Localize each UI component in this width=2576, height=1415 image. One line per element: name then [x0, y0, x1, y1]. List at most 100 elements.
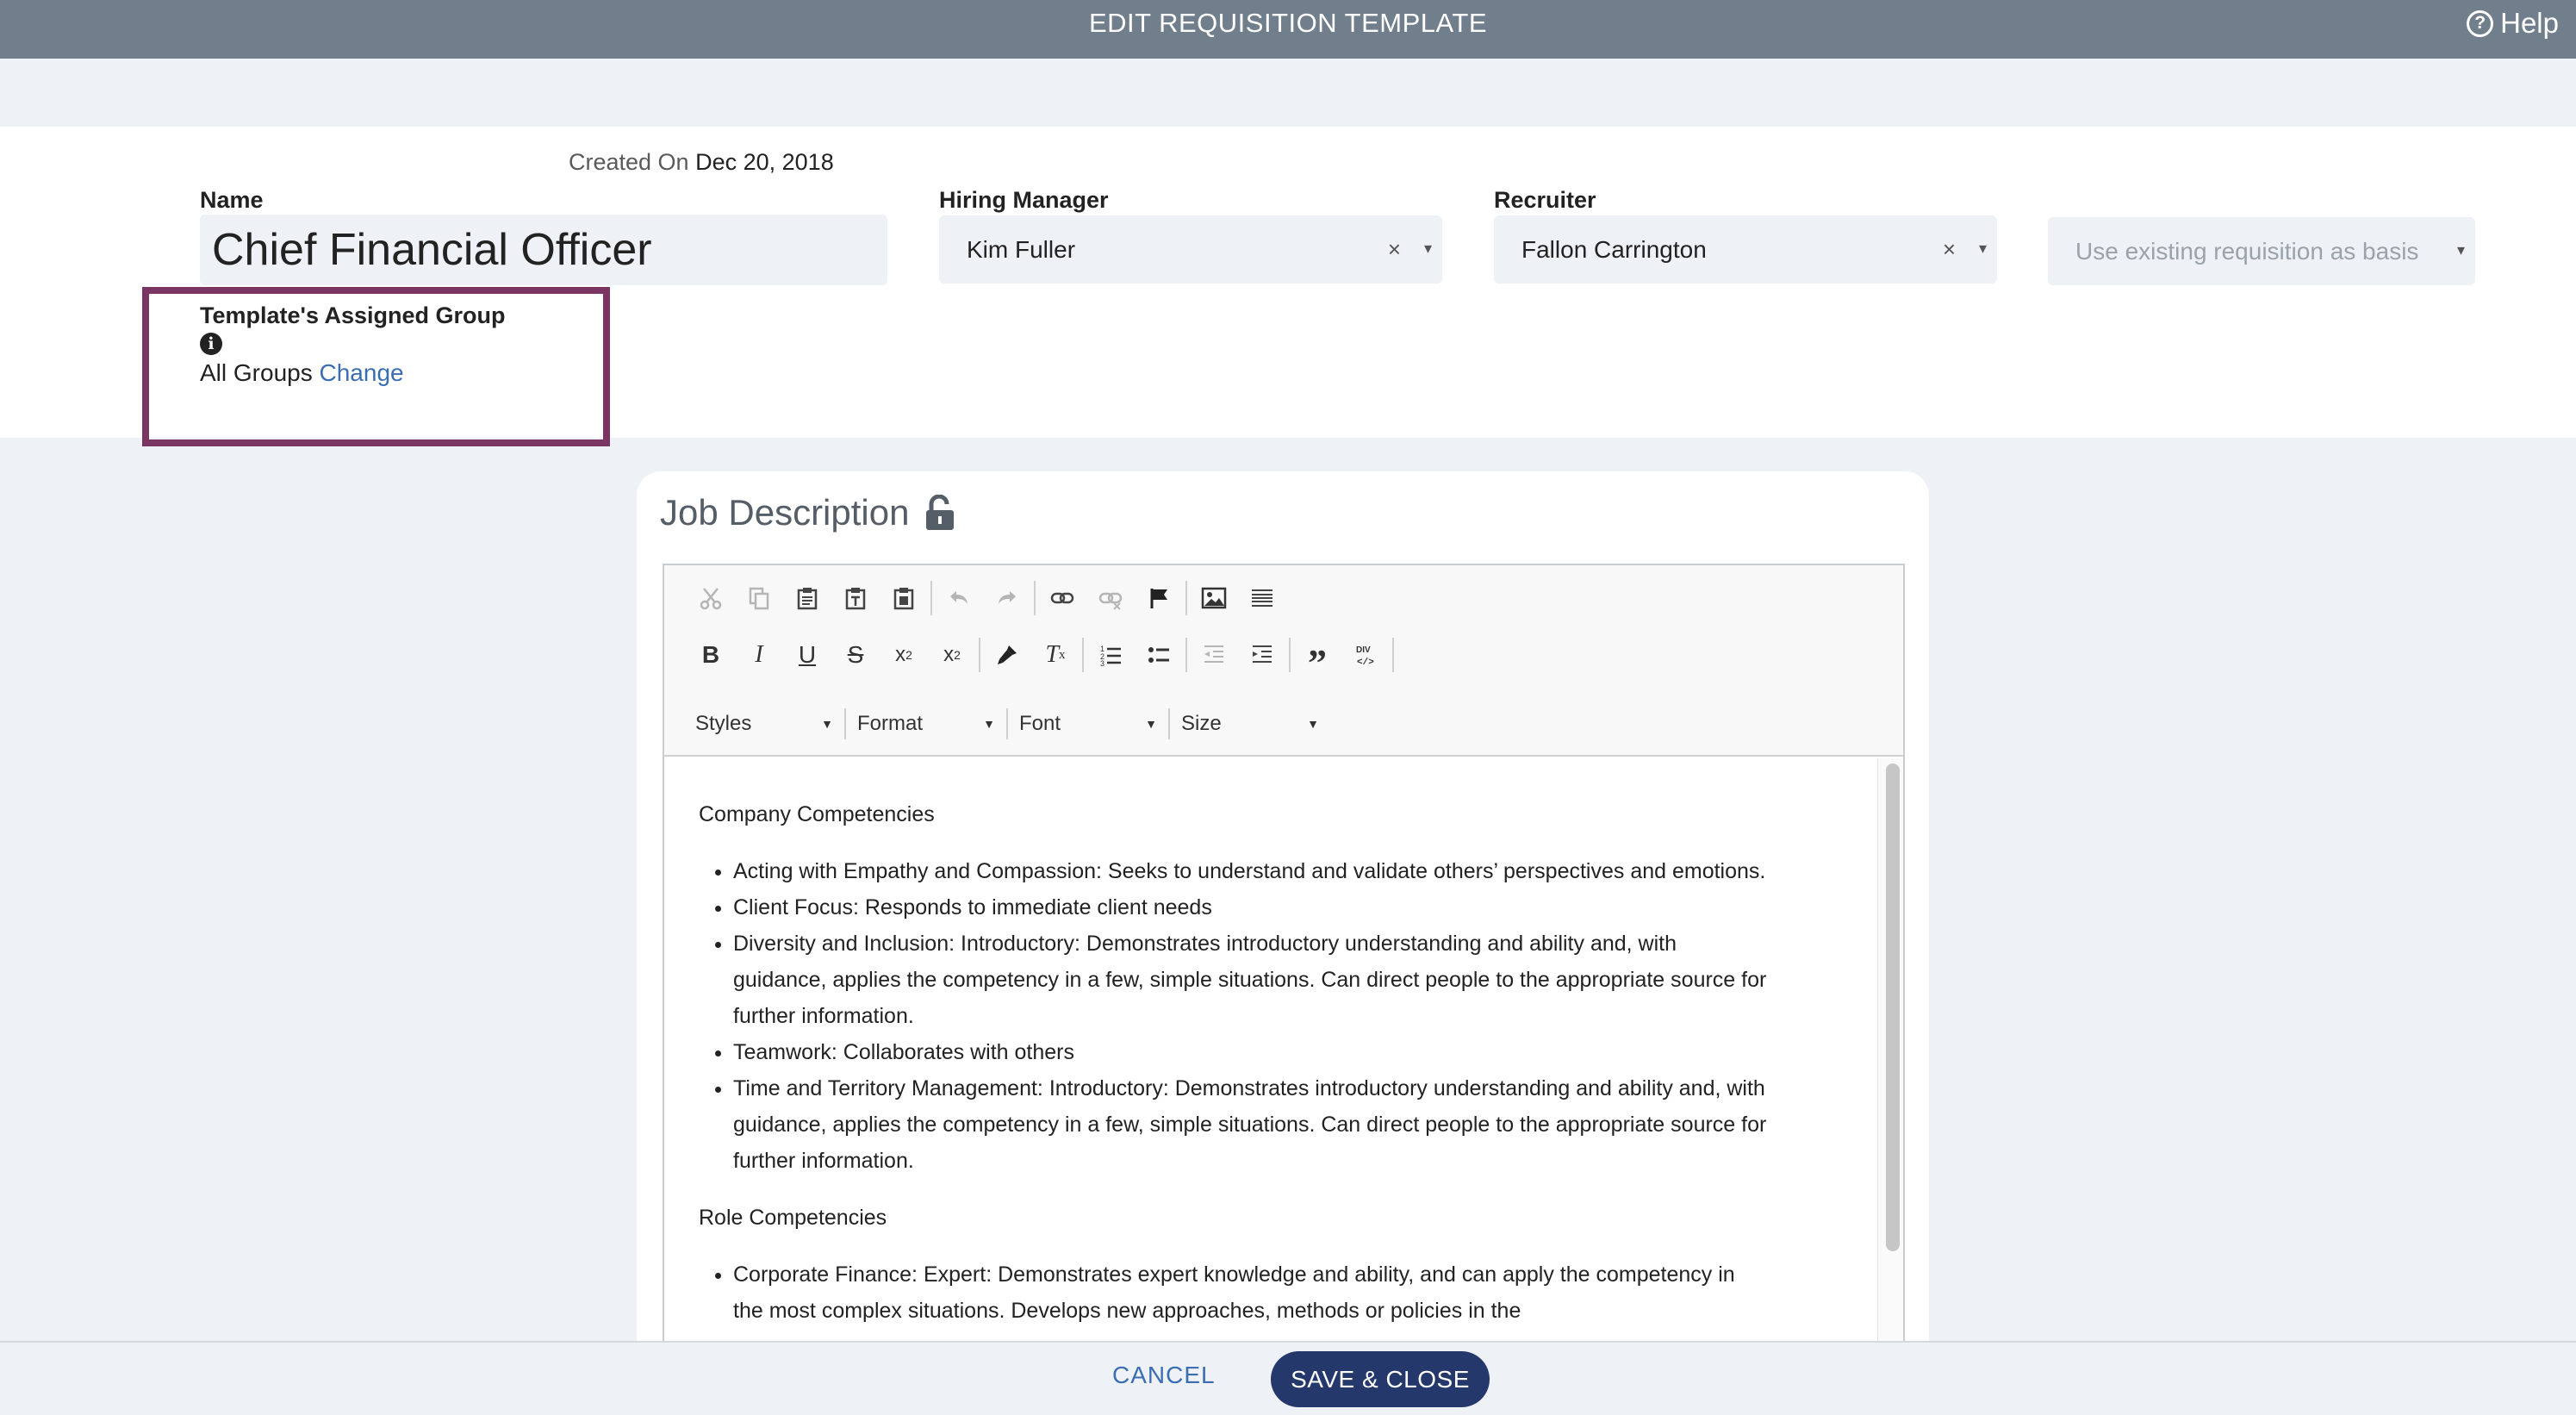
bold-icon[interactable]: B: [687, 632, 735, 678]
paste-text-icon[interactable]: [831, 575, 880, 621]
chevron-down-icon: ▼: [1145, 717, 1157, 731]
list-item: Client Focus: Responds to immediate clie…: [733, 889, 1767, 926]
assigned-group-title: Template's Assigned Group: [200, 302, 506, 328]
save-and-close-button[interactable]: SAVE & CLOSE: [1271, 1351, 1490, 1407]
assigned-group-value: All Groups Change: [200, 359, 404, 387]
created-on-value: Dec 20, 2018: [695, 149, 834, 175]
horizontal-rule-icon[interactable]: [1238, 575, 1286, 621]
underline-icon[interactable]: U: [783, 632, 831, 678]
company-competencies-list: Acting with Empathy and Compassion: Seek…: [733, 853, 1839, 1179]
list-item: Diversity and Inclusion: Introductory: D…: [733, 926, 1767, 1034]
section-heading: Role Competencies: [699, 1206, 887, 1230]
existing-requisition-select[interactable]: Use existing requisition as basis ▾: [2048, 217, 2475, 285]
info-icon[interactable]: i: [200, 333, 222, 355]
hiring-manager-label: Hiring Manager: [939, 187, 1109, 213]
toolbar-row-combos: Styles ▼ Format ▼ Font ▼ Size ▼: [687, 703, 1328, 745]
bulleted-list-icon[interactable]: [1135, 632, 1183, 678]
styles-combo-label: Styles: [695, 712, 752, 735]
svg-text:3: 3: [1100, 659, 1104, 667]
created-on: Created On Dec 20, 2018: [569, 149, 834, 176]
list-item: Time and Territory Management: Introduct…: [733, 1070, 1767, 1179]
chevron-down-icon[interactable]: ▾: [1979, 240, 1987, 258]
list-item: Teamwork: Collaborates with others: [733, 1034, 1767, 1070]
blockquote-icon[interactable]: ”: [1293, 632, 1341, 684]
clear-icon[interactable]: ×: [1943, 236, 1956, 263]
svg-text:</>: </>: [1357, 658, 1374, 667]
toolbar-separator: [844, 708, 846, 739]
toolbar-separator: [979, 638, 980, 672]
size-combo[interactable]: Size ▼: [1173, 703, 1328, 745]
change-group-link[interactable]: Change: [320, 359, 404, 386]
window-title: EDIT REQUISITION TEMPLATE: [1088, 8, 1488, 38]
copy-format-icon[interactable]: [983, 632, 1031, 678]
superscript-icon[interactable]: x2: [928, 632, 976, 678]
toolbar-row-formatting: B I U S x2 x2 Tx 123 ” DIV </>: [687, 632, 1397, 684]
list-item: Corporate Finance: Expert: Demonstrates …: [733, 1256, 1767, 1329]
format-combo[interactable]: Format ▼: [849, 703, 1004, 745]
role-competencies-list: Corporate Finance: Expert: Demonstrates …: [733, 1256, 1839, 1329]
outdent-icon[interactable]: [1190, 632, 1238, 678]
paste-word-icon[interactable]: [880, 575, 928, 621]
recruiter-select[interactable]: Fallon Carrington × ▾: [1494, 215, 1997, 284]
existing-requisition-placeholder: Use existing requisition as basis: [2075, 237, 2419, 265]
svg-text:DIV: DIV: [1356, 645, 1371, 655]
job-description-header: Job Description: [660, 492, 955, 533]
toolbar-separator: [1082, 638, 1084, 672]
editor-content[interactable]: Company Competencies Acting with Empathy…: [664, 758, 1874, 1415]
recruiter-label: Recruiter: [1494, 187, 1596, 213]
unlink-icon[interactable]: [1086, 575, 1135, 621]
font-combo[interactable]: Font ▼: [1011, 703, 1166, 745]
hiring-manager-value: Kim Fuller: [967, 235, 1076, 263]
rich-text-editor: B I U S x2 x2 Tx 123 ” DIV </> Styles ▼ …: [663, 564, 1905, 1415]
question-circle-icon: ?: [2467, 9, 2494, 37]
toolbar-separator: [1392, 638, 1394, 672]
chevron-down-icon: ▼: [1307, 717, 1319, 731]
toolbar-separator: [930, 581, 932, 615]
chevron-down-icon[interactable]: ▾: [1424, 240, 1432, 258]
cancel-button[interactable]: CANCEL: [1112, 1362, 1216, 1389]
job-description-title: Job Description: [660, 492, 910, 533]
help-label: Help: [2500, 7, 2559, 39]
toolbar-separator: [1006, 708, 1008, 739]
toolbar-separator: [1168, 708, 1170, 739]
toolbar-separator: [1185, 581, 1187, 615]
toolbar-separator: [1185, 638, 1187, 672]
cut-icon[interactable]: [687, 575, 735, 621]
remove-format-icon[interactable]: Tx: [1031, 632, 1080, 678]
name-input[interactable]: Chief Financial Officer: [200, 215, 887, 285]
font-combo-label: Font: [1019, 712, 1061, 735]
paste-icon[interactable]: [783, 575, 831, 621]
list-item: Acting with Empathy and Compassion: Seek…: [733, 853, 1767, 889]
toolbar-row-clipboard: [687, 575, 1286, 621]
chevron-down-icon[interactable]: ▾: [2457, 241, 2465, 259]
help-button[interactable]: ? Help: [2467, 7, 2559, 40]
undo-icon[interactable]: [935, 575, 983, 621]
copy-icon[interactable]: [735, 575, 783, 621]
clear-icon[interactable]: ×: [1388, 236, 1401, 263]
italic-icon[interactable]: I: [735, 632, 783, 678]
editor-toolbar: B I U S x2 x2 Tx 123 ” DIV </> Styles ▼ …: [664, 565, 1903, 757]
image-icon[interactable]: [1190, 575, 1238, 621]
styles-combo[interactable]: Styles ▼: [687, 703, 842, 745]
numbered-list-icon[interactable]: 123: [1086, 632, 1135, 678]
size-combo-label: Size: [1181, 712, 1222, 735]
editor-scrollbar[interactable]: [1886, 764, 1900, 1251]
recruiter-value: Fallon Carrington: [1521, 235, 1707, 263]
create-div-icon[interactable]: DIV </>: [1341, 632, 1390, 678]
subscript-icon[interactable]: x2: [880, 632, 928, 678]
section-heading: Company Competencies: [699, 802, 935, 826]
strikethrough-icon[interactable]: S: [831, 632, 880, 678]
title-bar: EDIT REQUISITION TEMPLATE ? Help: [0, 0, 2576, 59]
footer-bar: CANCEL SAVE & CLOSE: [0, 1341, 2576, 1415]
chevron-down-icon: ▼: [821, 717, 833, 731]
toolbar-separator: [1034, 581, 1036, 615]
link-icon[interactable]: [1038, 575, 1086, 621]
indent-icon[interactable]: [1238, 632, 1286, 678]
redo-icon[interactable]: [983, 575, 1031, 621]
flag-anchor-icon[interactable]: [1135, 575, 1183, 621]
format-combo-label: Format: [857, 712, 924, 735]
assigned-group-name: All Groups: [200, 359, 313, 386]
created-on-label: Created On: [569, 149, 689, 175]
unlock-icon[interactable]: [924, 495, 955, 531]
hiring-manager-select[interactable]: Kim Fuller × ▾: [939, 215, 1442, 284]
